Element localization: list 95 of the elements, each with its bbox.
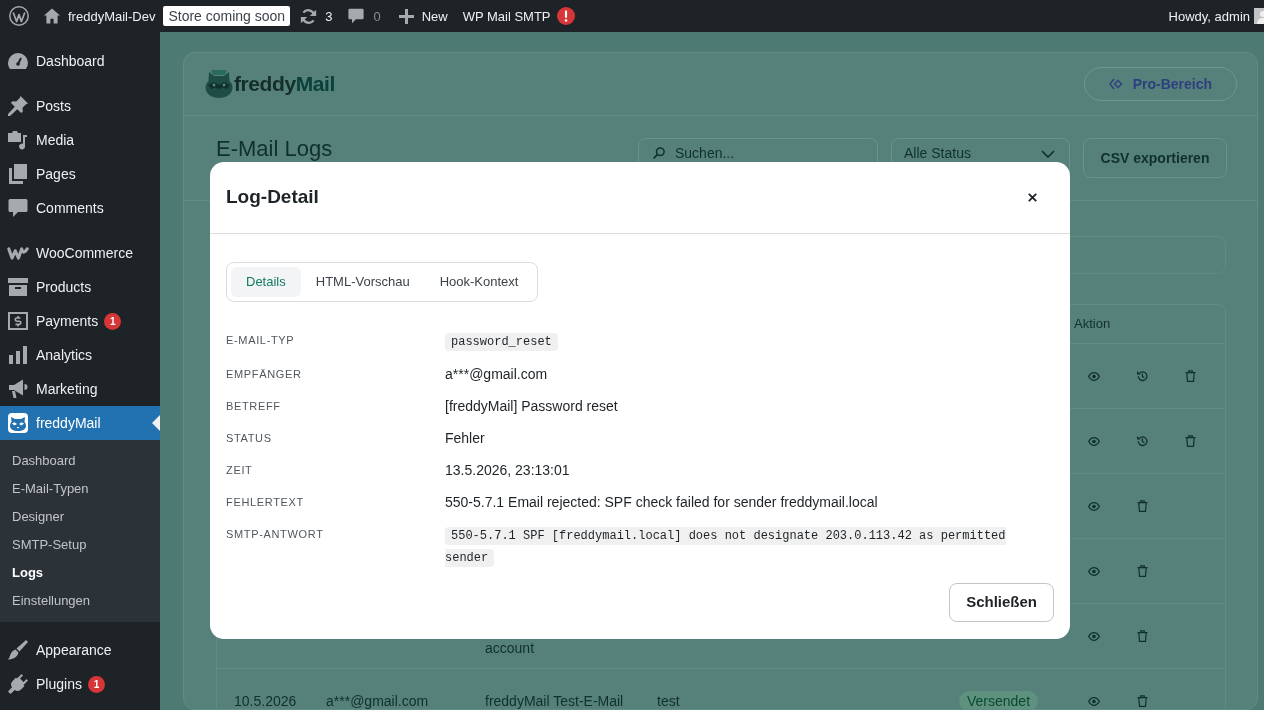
sidebar-menu-item[interactable]: Marketing (0, 372, 160, 406)
field-label: E-MAIL-TYP (226, 334, 295, 346)
field-value: 13.5.2026, 23:13:01 (445, 462, 570, 478)
field-value: a***@gmail.com (445, 366, 548, 382)
trash-icon[interactable] (1136, 500, 1148, 512)
sidebar-menu-item[interactable]: Products (0, 270, 160, 304)
raccoon-logo-icon (204, 69, 234, 99)
history-icon[interactable] (1136, 435, 1148, 447)
close-button[interactable]: Schließen (949, 583, 1054, 622)
sidebar-menu-item[interactable]: Appearance (0, 633, 160, 667)
paintbrush-icon (8, 640, 28, 660)
comment-icon (8, 198, 28, 218)
trash-icon[interactable] (1184, 370, 1196, 382)
home-icon (44, 8, 60, 24)
submenu-item[interactable]: SMTP-Setup (0, 531, 160, 559)
date-text: 10.5.2026 (234, 693, 297, 709)
site-name-link[interactable]: freddyMail-Dev (44, 0, 156, 32)
close-icon[interactable] (1028, 193, 1037, 202)
field-value: Fehler (445, 430, 485, 446)
plugin-menu-link[interactable]: WP Mail SMTP (462, 0, 575, 32)
archive-box-icon (8, 278, 28, 296)
eye-icon[interactable] (1088, 371, 1100, 381)
logo-text: freddyMail (234, 71, 335, 98)
trash-icon[interactable] (1136, 565, 1148, 577)
diamond-icon (1108, 78, 1123, 90)
submenu-item[interactable]: Logs (0, 559, 160, 587)
recipient-text: a***@gmail.com (326, 693, 429, 709)
bar-chart-icon (9, 346, 27, 364)
field-label: SMTP-ANTWORT (226, 528, 324, 540)
eye-icon[interactable] (1088, 631, 1100, 641)
field-label: EMPFÄNGER (226, 368, 302, 380)
field-label: STATUS (226, 432, 272, 444)
count-badge: 1 (87, 675, 105, 693)
tab[interactable]: HTML-Vorschau (300, 267, 425, 297)
sidebar-menu-item[interactable]: Media (0, 123, 160, 157)
hook-text: test (657, 693, 680, 709)
submenu-item[interactable]: Designer (0, 503, 160, 531)
logo-icon[interactable] (9, 6, 29, 26)
menu-pointer-icon (152, 415, 160, 431)
sidebar-menu-item[interactable]: freddyMail (0, 406, 160, 440)
pin-icon (8, 96, 28, 116)
submenu-item[interactable]: E-Mail-Typen (0, 475, 160, 503)
documents-icon (9, 164, 27, 184)
trash-icon[interactable] (1136, 695, 1148, 707)
gauge-icon (8, 53, 28, 69)
submenu-item[interactable]: Einstellungen (0, 587, 160, 615)
dialog-title: Log-Detail (226, 185, 319, 210)
alert-icon (556, 7, 575, 25)
page-heading: E-Mail Logs (216, 138, 333, 160)
media-icon (8, 130, 28, 150)
avatar-icon (1254, 8, 1264, 24)
comments-link[interactable]: 0 (348, 0, 381, 32)
history-icon[interactable] (1136, 370, 1148, 382)
count-badge: 1 (104, 312, 122, 330)
search-icon (653, 147, 665, 159)
submenu-item[interactable]: Dashboard (0, 447, 160, 475)
refresh-icon (300, 7, 318, 25)
new-link[interactable]: New (398, 0, 448, 32)
dollar-icon (8, 312, 28, 330)
store-status-badge[interactable]: Store coming soon (163, 6, 291, 26)
subject-text: account (485, 639, 535, 657)
megaphone-icon (8, 379, 28, 399)
comment-icon (348, 8, 365, 24)
sidebar-menu-item[interactable]: Dashboard (0, 44, 160, 78)
sidebar-menu-item[interactable]: WooCommerce (0, 236, 160, 270)
field-label: FEHLERTEXT (226, 496, 304, 508)
account-link[interactable]: Howdy, admin (1168, 0, 1264, 32)
code-value: password_reset (445, 333, 558, 351)
subject-text: freddyMail Test-E-Mail (485, 692, 624, 709)
sidebar-menu-item[interactable]: Posts (0, 89, 160, 123)
sidebar-menu-item[interactable]: Pages (0, 157, 160, 191)
animal-face-icon (8, 413, 28, 433)
trash-icon[interactable] (1136, 630, 1148, 642)
column-header: Aktion (1074, 316, 1111, 332)
chevron-down-icon (1041, 150, 1055, 158)
status-badge: Versendet (959, 691, 1039, 709)
eye-icon[interactable] (1088, 436, 1100, 446)
field-value: [freddyMail] Password reset (445, 398, 618, 414)
field-label: BETREFF (226, 400, 281, 412)
sidebar-menu-item[interactable]: Plugins 1 (0, 667, 160, 701)
field-label: ZEIT (226, 464, 253, 476)
trash-icon[interactable] (1184, 435, 1196, 447)
tab[interactable]: Details (231, 267, 301, 297)
sidebar-menu-item[interactable]: Comments (0, 191, 160, 225)
zigzag-logo-icon (7, 246, 29, 260)
sidebar-menu-item[interactable]: Analytics (0, 338, 160, 372)
field-value: 550-5.7.1 Email rejected: SPF check failed for sender freddymail.local (445, 494, 878, 510)
eye-icon[interactable] (1088, 696, 1100, 706)
plus-icon (398, 8, 414, 24)
eye-icon[interactable] (1088, 501, 1100, 511)
eye-icon[interactable] (1088, 566, 1100, 576)
sidebar-menu-item[interactable]: Payments 1 (0, 304, 160, 338)
updates-link[interactable]: 3 (300, 0, 333, 32)
plug-icon (8, 674, 28, 694)
tab[interactable]: Hook-Kontext (424, 267, 534, 297)
